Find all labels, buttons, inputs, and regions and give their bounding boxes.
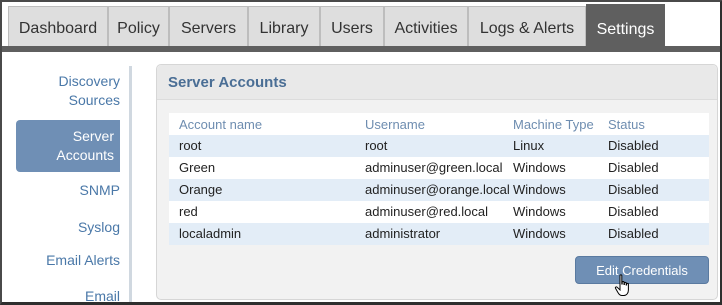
tab-settings[interactable]: Settings	[586, 4, 665, 48]
status-cell: Disabled	[608, 182, 659, 197]
top-nav: Dashboard Policy Servers Library Users A…	[2, 2, 720, 52]
status-cell: Disabled	[608, 226, 659, 241]
status-cell: Disabled	[608, 160, 659, 175]
account-name-cell: red	[179, 204, 198, 219]
username-cell: adminuser@red.local	[365, 204, 489, 219]
panel-header: Server Accounts	[157, 65, 717, 100]
username-cell: administrator	[365, 226, 441, 241]
table-row[interactable]: root root Linux Disabled	[169, 135, 709, 157]
table-row[interactable]: Orange adminuser@orange.local Windows Di…	[169, 179, 709, 201]
machine-type-cell: Windows	[513, 204, 566, 219]
account-name-cell: Orange	[179, 182, 223, 197]
settings-sidebar: Discovery Sources Server Accounts SNMP S…	[2, 52, 132, 302]
column-header-status[interactable]: Status	[608, 113, 645, 137]
app-window: Dashboard Policy Servers Library Users A…	[0, 0, 722, 305]
tab-dashboard[interactable]: Dashboard	[8, 6, 108, 46]
machine-type-cell: Windows	[513, 160, 566, 175]
table-row[interactable]: Green adminuser@green.local Windows Disa…	[169, 157, 709, 179]
account-name-cell: root	[179, 138, 202, 153]
machine-type-cell: Linux	[513, 138, 545, 153]
sidebar-item-server-accounts[interactable]: Server Accounts	[16, 120, 120, 172]
edit-credentials-button[interactable]: Edit Credentials	[575, 256, 709, 284]
tab-users[interactable]: Users	[320, 6, 384, 46]
account-name-cell: Green	[179, 160, 216, 175]
column-header-machine-type[interactable]: Machine Type	[513, 113, 594, 137]
hand-pointer-icon	[614, 274, 629, 296]
column-header-username[interactable]: Username	[365, 113, 425, 137]
machine-type-cell: Windows	[513, 226, 566, 241]
machine-type-cell: Windows	[513, 182, 566, 197]
panel-title: Server Accounts	[168, 74, 287, 91]
sidebar-item-snmp[interactable]: SNMP	[80, 181, 120, 200]
table-row[interactable]: red adminuser@red.local Windows Disabled	[169, 201, 709, 223]
username-cell: adminuser@orange.local	[365, 182, 510, 197]
accounts-table: Account name Username Machine Type Statu…	[169, 113, 709, 245]
column-header-account-name[interactable]: Account name	[179, 113, 262, 137]
status-cell: Disabled	[608, 138, 659, 153]
tab-library[interactable]: Library	[248, 6, 320, 46]
sidebar-divider	[129, 66, 132, 302]
tab-logs-alerts[interactable]: Logs & Alerts	[468, 6, 586, 46]
tab-policy[interactable]: Policy	[108, 6, 169, 46]
sidebar-item-discovery-sources[interactable]: Discovery Sources	[10, 72, 120, 110]
username-cell: root	[365, 138, 388, 153]
server-accounts-panel: Server Accounts Account name Username Ma…	[156, 64, 718, 300]
status-cell: Disabled	[608, 204, 659, 219]
sidebar-item-email[interactable]: Email	[85, 287, 120, 302]
tab-activities[interactable]: Activities	[384, 6, 468, 46]
sidebar-item-email-alerts[interactable]: Email Alerts	[46, 251, 120, 270]
table-row[interactable]: localadmin administrator Windows Disable…	[169, 223, 709, 245]
sidebar-item-syslog[interactable]: Syslog	[78, 218, 120, 237]
table-header: Account name Username Machine Type Statu…	[169, 113, 709, 135]
username-cell: adminuser@green.local	[365, 160, 503, 175]
account-name-cell: localadmin	[179, 226, 242, 241]
tab-servers[interactable]: Servers	[169, 6, 248, 46]
